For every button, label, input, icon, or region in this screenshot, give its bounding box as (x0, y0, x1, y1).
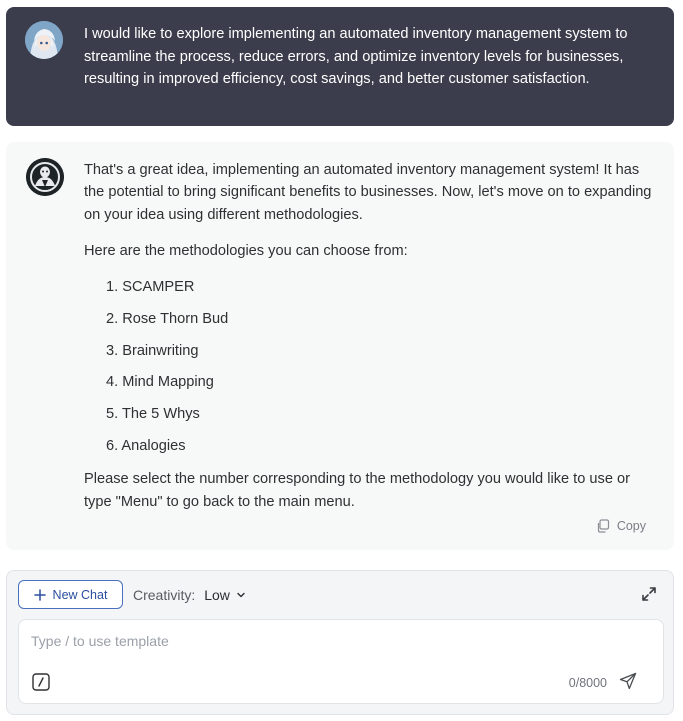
chevron-down-icon (237, 592, 245, 597)
list-item: 2. Rose Thorn Bud (106, 310, 229, 327)
copy-label: Copy (616, 519, 646, 533)
list-item: 3. Brainwriting (106, 342, 199, 359)
assistant-intro-text: That's a great idea, implementing an aut… (84, 162, 652, 223)
list-item: 5. The 5 Whys (106, 405, 200, 422)
creativity-control: Creativity: Low (133, 580, 246, 609)
assistant-outro-text: Please select the number corresponding t… (84, 471, 630, 510)
anime-avatar-icon (25, 21, 63, 59)
chat-input-panel: New Chat Creativity: Low 0/8000 (6, 570, 674, 715)
user-message: I would like to explore implementing an … (6, 7, 674, 126)
creativity-label: Creativity: (133, 586, 196, 603)
methodology-list: 1. SCAMPER 2. Rose Thorn Bud 3. Brainwri… (84, 276, 654, 466)
user-avatar (25, 21, 63, 59)
copy-button[interactable]: Copy (596, 516, 646, 536)
assistant-methods-intro: Here are the methodologies you can choos… (84, 242, 408, 259)
character-count: 0/8000 (568, 676, 607, 690)
expand-icon (642, 587, 656, 601)
list-item: 1. SCAMPER (106, 279, 195, 296)
list-item: 6. Analogies (106, 437, 186, 454)
assistant-message-content: That's a great idea, implementing an aut… (84, 159, 654, 513)
slash-command-icon (32, 673, 50, 691)
message-input[interactable] (31, 630, 531, 652)
bot-avatar (26, 158, 64, 196)
send-icon (619, 672, 637, 690)
list-item: 4. Mind Mapping (106, 374, 214, 391)
copy-icon (597, 519, 609, 533)
creativity-value: Low (204, 586, 230, 603)
new-chat-label: New Chat (52, 587, 108, 602)
message-box: 0/8000 (18, 619, 664, 704)
assistant-message: That's a great idea, implementing an aut… (6, 142, 674, 550)
template-button[interactable] (32, 673, 50, 691)
plus-icon (33, 588, 46, 601)
send-button[interactable] (619, 672, 637, 690)
expand-button[interactable] (641, 586, 657, 602)
user-message-text: I would like to explore implementing an … (84, 26, 628, 87)
bot-avatar-icon (26, 158, 64, 196)
new-chat-button[interactable]: New Chat (18, 580, 123, 609)
creativity-dropdown[interactable]: Low (204, 587, 246, 603)
